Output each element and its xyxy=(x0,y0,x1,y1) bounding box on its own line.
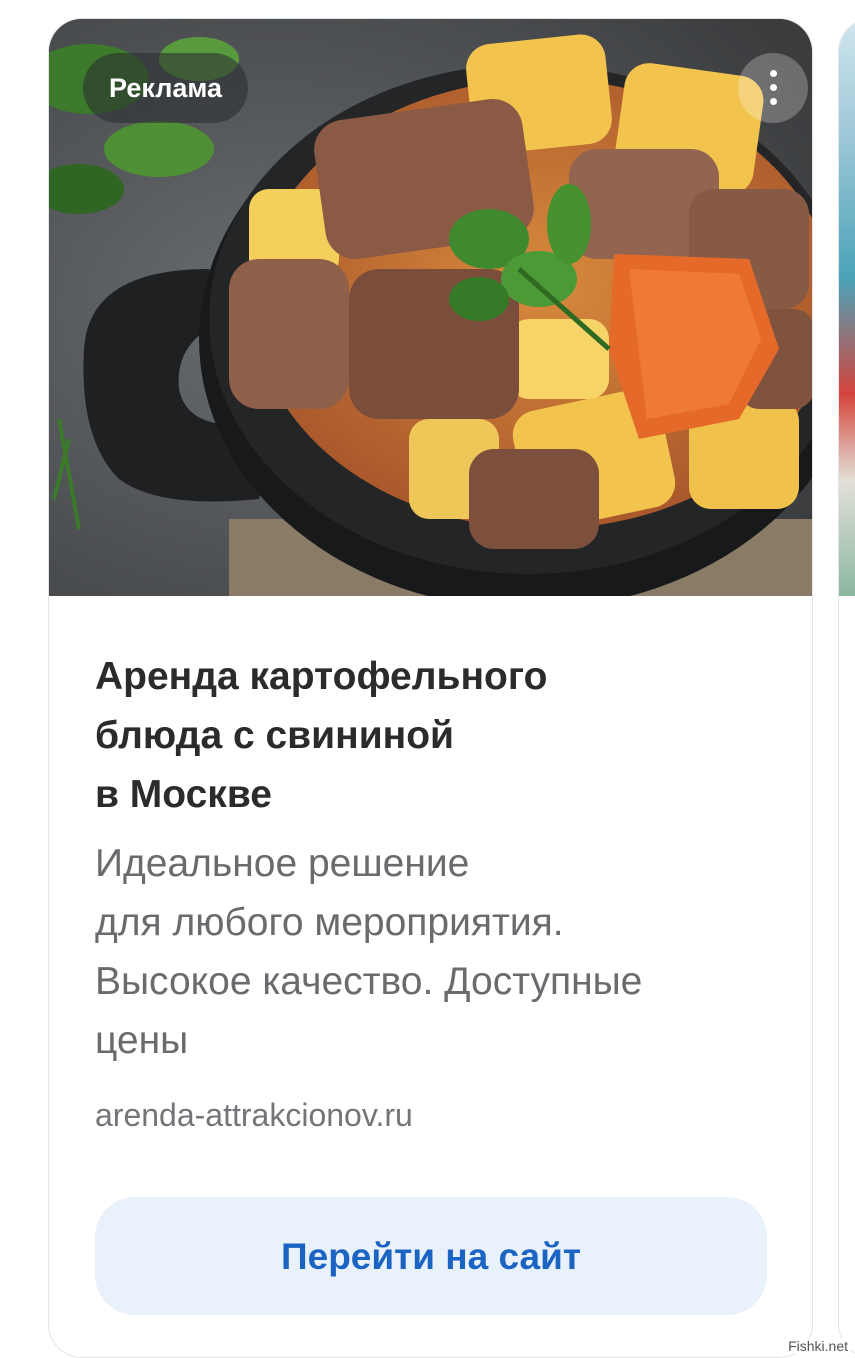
ad-description-line: для любого мероприятия. xyxy=(95,901,564,944)
ad-image[interactable]: Реклама xyxy=(49,19,812,596)
more-vertical-icon-dot xyxy=(770,84,777,91)
ad-description-line: цены xyxy=(95,1019,189,1062)
watermark: Fishki.net xyxy=(785,1338,851,1354)
ad-description-line: Идеальное решение xyxy=(95,842,470,885)
ad-title-line: Аренда картофельного xyxy=(95,655,548,698)
more-vertical-icon-dot xyxy=(770,98,777,105)
ad-title[interactable]: Аренда картофельного блюда с свининой в … xyxy=(95,647,755,824)
ad-description-line: Высокое качество. Доступные xyxy=(95,960,643,1003)
more-vertical-icon xyxy=(770,70,777,77)
ad-description: Идеальное решение для любого мероприятия… xyxy=(95,834,775,1070)
ad-card[interactable]: Реклама Аренда картофельного блюда с сви… xyxy=(48,18,813,1358)
more-options-button[interactable] xyxy=(738,53,808,123)
ad-label-badge: Реклама xyxy=(83,53,248,123)
ad-domain[interactable]: arenda-attrakcionov.ru xyxy=(95,1093,413,1137)
ad-title-line: в Москве xyxy=(95,773,272,816)
go-to-site-button[interactable]: Перейти на сайт xyxy=(95,1197,767,1315)
next-ad-card-peek[interactable] xyxy=(838,18,855,1358)
ad-title-line: блюда с свининой xyxy=(95,714,455,757)
next-ad-image xyxy=(839,19,855,596)
